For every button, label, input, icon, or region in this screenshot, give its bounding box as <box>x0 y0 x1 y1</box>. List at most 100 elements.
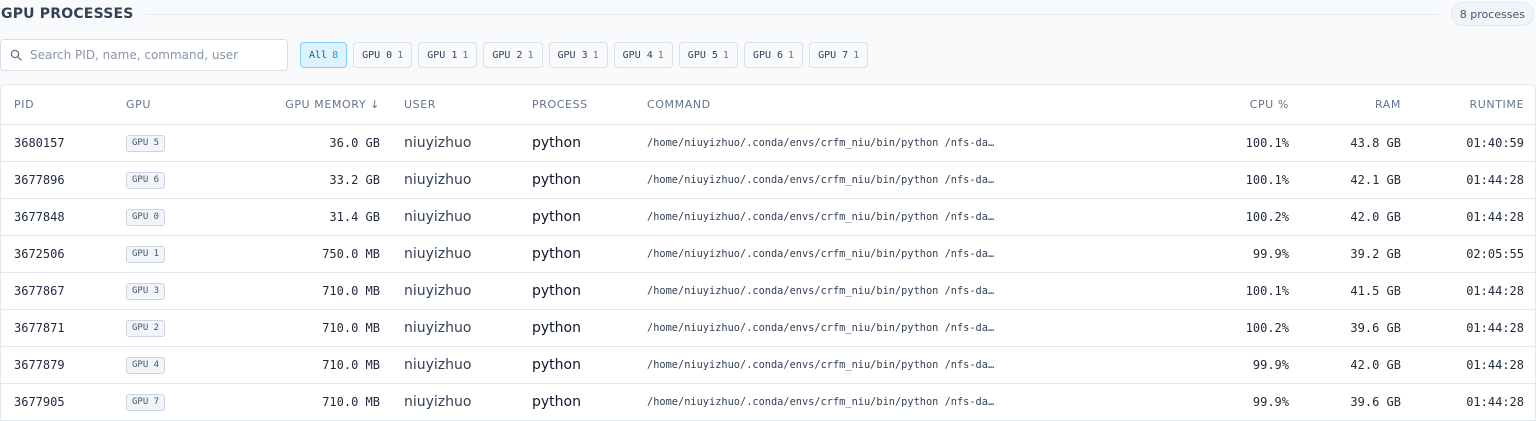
gpu-badge: GPU 5 <box>126 134 166 152</box>
gpu-cell: GPU 0 <box>126 199 166 235</box>
filter-chip-label: GPU 5 <box>687 49 718 61</box>
column-header-gpu-memory[interactable]: GPU MEMORY ↓ <box>221 85 380 125</box>
ram-cell: 42.0 GB <box>1350 210 1401 224</box>
filter-chip-count: 1 <box>462 49 469 61</box>
filter-chip[interactable]: GPU 1 1 <box>418 42 478 68</box>
gpu-memory-cell: 710.0 MB <box>322 284 380 298</box>
command-cell: /home/niuyizhuo/.conda/envs/crfm_niu/bin… <box>647 211 995 223</box>
user-cell: niuyizhuo <box>404 172 472 188</box>
table-row[interactable]: 3677879 GPU 4 710.0 MB niuyizhuo python/home… <box>1 347 1535 384</box>
table-row[interactable]: 3677905 GPU 7 710.0 MB niuyizhuo python/home… <box>1 384 1535 421</box>
table-row[interactable]: 3677848 GPU 0 31.4 GB niuyizhuo python/home/… <box>1 199 1535 236</box>
process-cell: python <box>532 394 581 410</box>
filter-chip-label: GPU 6 <box>752 49 784 61</box>
column-header-pid[interactable]: PID <box>14 85 34 125</box>
runtime-cell: 01:40:59 <box>1466 136 1524 150</box>
gpu-badge: GPU 7 <box>126 393 166 411</box>
filter-chip-count: 1 <box>657 49 664 61</box>
gpu-cell: GPU 1 <box>126 236 166 272</box>
ram-cell: 39.6 GB <box>1350 395 1401 409</box>
filter-chip[interactable]: GPU 2 1 <box>483 42 543 68</box>
runtime-cell: 01:44:28 <box>1466 210 1524 224</box>
search-box[interactable] <box>0 39 288 71</box>
filter-chip[interactable]: GPU 0 1 <box>353 42 413 68</box>
column-header-cpu[interactable]: CPU % <box>1189 85 1289 125</box>
runtime-cell: 01:44:28 <box>1466 173 1524 187</box>
cpu-cell: 100.1% <box>1245 284 1289 298</box>
table-body: 3680157 GPU 5 36.0 GB niuyizhuo python/home/… <box>1 125 1535 421</box>
filter-chip[interactable]: GPU 5 1 <box>678 42 738 68</box>
user-cell: niuyizhuo <box>404 357 472 373</box>
column-header-process[interactable]: PROCESS <box>532 85 588 125</box>
process-count-badge: 8 processes <box>1450 2 1534 26</box>
column-header-gpu-memory-label: GPU MEMORY <box>285 98 367 111</box>
column-header-gpu[interactable]: GPU <box>126 85 151 125</box>
section-header: GPU PROCESSES 8 processes <box>0 0 1536 28</box>
ram-cell: 43.8 GB <box>1350 136 1401 150</box>
cpu-cell: 99.9% <box>1252 247 1289 261</box>
runtime-cell: 01:44:28 <box>1466 358 1524 372</box>
column-header-command[interactable]: COMMAND <box>647 85 711 125</box>
gpu-memory-cell: 710.0 MB <box>322 358 380 372</box>
cpu-cell: 100.1% <box>1245 173 1289 187</box>
command-cell: /home/niuyizhuo/.conda/envs/crfm_niu/bin… <box>647 174 995 186</box>
column-header-runtime[interactable]: RUNTIME <box>1421 85 1524 125</box>
process-cell: python <box>532 357 581 373</box>
pid-cell: 3677896 <box>14 173 65 187</box>
search-input[interactable] <box>30 41 280 69</box>
command-cell: /home/niuyizhuo/.conda/envs/crfm_niu/bin… <box>647 248 995 260</box>
runtime-cell: 02:05:55 <box>1466 247 1524 261</box>
gpu-cell: GPU 7 <box>126 384 166 420</box>
gpu-memory-cell: 33.2 GB <box>329 173 380 187</box>
filter-chip-label: GPU 4 <box>622 49 653 61</box>
table-row[interactable]: 3677896 GPU 6 33.2 GB niuyizhuo python/home/… <box>1 162 1535 199</box>
sort-desc-icon: ↓ <box>370 98 380 111</box>
gpu-cell: GPU 3 <box>126 273 166 309</box>
cpu-cell: 100.1% <box>1245 136 1289 150</box>
table-row[interactable]: 3677871 GPU 2 710.0 MB niuyizhuo python/home… <box>1 310 1535 347</box>
table-row[interactable]: 3677867 GPU 3 710.0 MB niuyizhuo python/home… <box>1 273 1535 310</box>
pid-cell: 3677871 <box>14 321 65 335</box>
gpu-memory-cell: 36.0 GB <box>329 136 380 150</box>
filter-chip-count: 1 <box>592 49 599 61</box>
header-divider <box>145 13 1439 15</box>
process-cell: python <box>532 283 581 299</box>
gpu-memory-cell: 750.0 MB <box>322 247 380 261</box>
filter-chip[interactable]: GPU 3 1 <box>548 42 608 68</box>
filter-chip-label: GPU 0 <box>362 49 393 61</box>
cpu-cell: 100.2% <box>1245 210 1289 224</box>
filter-chip[interactable]: GPU 4 1 <box>613 42 673 68</box>
filter-chip-count: 1 <box>397 49 404 61</box>
process-cell: python <box>532 246 581 262</box>
filter-chip[interactable]: GPU 6 1 <box>743 42 804 68</box>
filter-chip-count: 1 <box>722 49 729 61</box>
gpu-cell: GPU 2 <box>126 310 166 346</box>
filter-chip[interactable]: GPU 7 1 <box>809 42 869 68</box>
pid-cell: 3677848 <box>14 210 65 224</box>
gpu-badge: GPU 2 <box>126 319 166 337</box>
command-cell: /home/niuyizhuo/.conda/envs/crfm_niu/bin… <box>647 285 995 297</box>
column-header-ram[interactable]: RAM <box>1301 85 1401 125</box>
column-header-user[interactable]: USER <box>404 85 436 125</box>
filter-chip-label: GPU 1 <box>427 49 458 61</box>
user-cell: niuyizhuo <box>404 135 472 151</box>
cpu-cell: 100.2% <box>1245 321 1289 335</box>
gpu-filter-chips: All 8 GPU 0 1 GPU 1 1 GPU 2 1 GPU 3 1 GPU 4 1 GPU 5 1… <box>300 42 874 68</box>
pid-cell: 3677879 <box>14 358 65 372</box>
process-cell: python <box>532 135 581 151</box>
filter-chip[interactable]: All 8 <box>300 42 348 68</box>
cpu-cell: 99.9% <box>1252 395 1289 409</box>
table-row[interactable]: 3672506 GPU 1 750.0 MB niuyizhuo python/home… <box>1 236 1535 273</box>
table-row[interactable]: 3680157 GPU 5 36.0 GB niuyizhuo python/home/… <box>1 125 1535 162</box>
gpu-cell: GPU 5 <box>126 125 166 161</box>
runtime-cell: 01:44:28 <box>1466 321 1524 335</box>
command-cell: /home/niuyizhuo/.conda/envs/crfm_niu/bin… <box>647 396 995 408</box>
gpu-memory-cell: 710.0 MB <box>322 321 380 335</box>
runtime-cell: 01:44:28 <box>1466 284 1524 298</box>
gpu-badge: GPU 6 <box>126 171 166 189</box>
gpu-badge: GPU 0 <box>126 208 166 226</box>
filter-chip-label: GPU 2 <box>492 49 523 61</box>
user-cell: niuyizhuo <box>404 283 472 299</box>
ram-cell: 41.5 GB <box>1350 284 1401 298</box>
process-cell: python <box>532 320 581 336</box>
